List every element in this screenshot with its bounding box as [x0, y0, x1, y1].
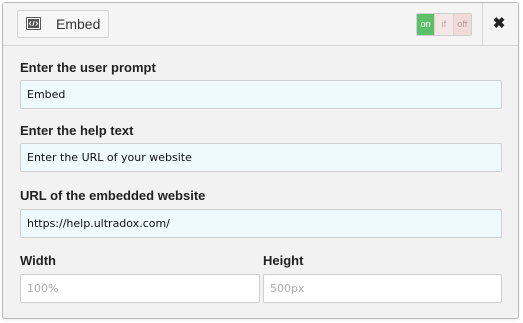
prompt-label: Enter the user prompt — [20, 60, 156, 75]
toggle-on[interactable]: on — [417, 14, 435, 35]
toggle-if[interactable]: if — [434, 14, 453, 35]
prompt-input[interactable]: Embed — [20, 80, 502, 109]
height-label: Height — [263, 253, 304, 268]
height-input[interactable]: 500px — [263, 274, 502, 303]
embed-element-panel: Embed on if off ✖ Enter the user prompt … — [2, 2, 519, 319]
embed-code-icon — [26, 17, 41, 30]
element-type-title: Embed — [56, 16, 101, 32]
panel-header: Embed on if off ✖ — [3, 3, 518, 46]
width-label: Width — [20, 253, 56, 268]
toggle-off[interactable]: off — [452, 14, 471, 35]
close-icon[interactable]: ✖ — [489, 14, 509, 34]
help-text-label: Enter the help text — [20, 123, 134, 138]
url-label: URL of the embedded website — [20, 188, 206, 203]
width-input[interactable]: 100% — [20, 274, 260, 303]
url-input[interactable]: https://help.ultradox.com/ — [20, 209, 502, 238]
help-text-input[interactable]: Enter the URL of your website — [20, 143, 502, 172]
element-type-tag: Embed — [17, 10, 109, 38]
header-divider — [482, 3, 483, 45]
mode-toggle[interactable]: on if off — [416, 13, 472, 36]
